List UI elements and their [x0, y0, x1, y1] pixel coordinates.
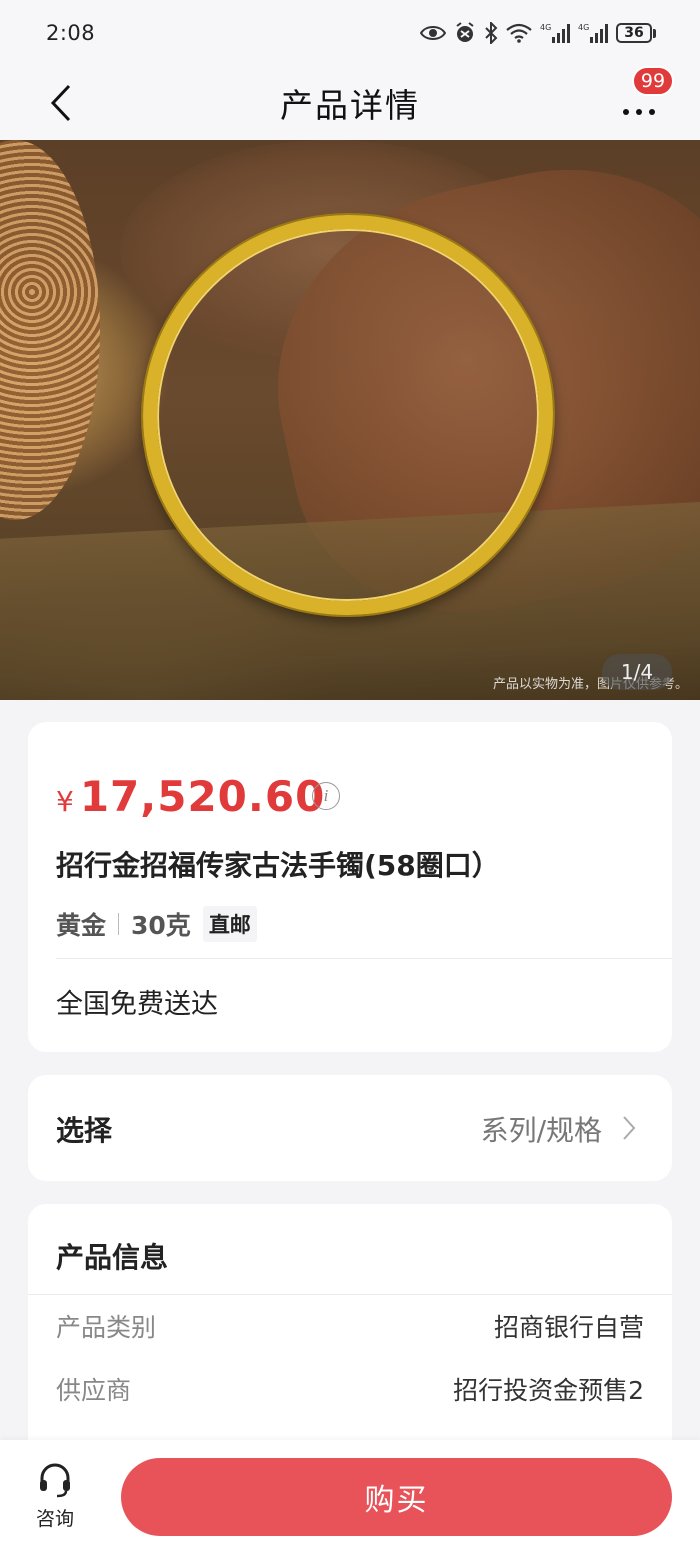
spec-selector[interactable]: 选择 系列/规格: [28, 1075, 672, 1181]
price-value: 17,520.60: [79, 772, 326, 821]
page-title: 产品详情: [280, 86, 420, 125]
product-image[interactable]: 产品以实物为准，图片仅供参考。 1/4: [0, 140, 700, 700]
select-label: 选择: [56, 1114, 113, 1147]
buy-button[interactable]: 购买: [121, 1458, 672, 1536]
alarm-icon: [456, 22, 474, 42]
info-key: 供应商: [56, 1376, 132, 1405]
battery-icon: 36: [616, 23, 656, 43]
message-badge: 99: [632, 66, 674, 96]
price-currency: ¥: [56, 785, 74, 818]
info-value: 招行投资金预售2: [453, 1376, 644, 1405]
info-title: 产品信息: [56, 1241, 169, 1274]
battery-level: 36: [616, 23, 652, 43]
divider: [56, 958, 672, 959]
consult-button[interactable]: 咨询: [22, 1462, 88, 1542]
product-name: 招行金招福传家古法手镯(58圈口）: [56, 849, 500, 882]
bluetooth-icon: [485, 22, 498, 44]
material-tag: 黄金: [56, 911, 107, 940]
status-bar: 2:08 4G 4G 36: [0, 0, 700, 66]
eye-icon: [420, 26, 446, 40]
nav-bar: 产品详情 99: [0, 66, 700, 140]
shipping-tag: 直邮: [202, 906, 257, 942]
signal-icon: 4G: [540, 23, 570, 43]
wifi-icon: [506, 23, 532, 43]
info-row-supplier: 供应商 招行投资金预售2: [56, 1369, 644, 1409]
chevron-right-icon: [623, 1116, 636, 1140]
status-icons: 4G 4G 36: [420, 22, 656, 44]
price-card: ¥ 17,520.60 i 招行金招福传家古法手镯(58圈口） 黄金 30克 直…: [28, 722, 672, 1052]
product-tags: 黄金 30克 直邮: [56, 906, 257, 942]
chevron-left-icon: [50, 84, 71, 122]
consult-label: 咨询: [35, 1508, 74, 1530]
divider: [28, 1294, 672, 1295]
svg-text:4G: 4G: [578, 23, 589, 32]
delivery-text: 全国免费送达: [56, 989, 218, 1020]
weight-tag: 30克: [131, 911, 191, 940]
select-value: 系列/规格: [480, 1114, 602, 1147]
back-button[interactable]: [36, 78, 86, 128]
price: ¥ 17,520.60: [56, 772, 325, 821]
info-row-category: 产品类别 招商银行自营: [56, 1306, 644, 1346]
status-time: 2:08: [46, 21, 96, 45]
info-value: 招商银行自营: [493, 1313, 644, 1342]
signal-icon-2: 4G: [578, 23, 608, 43]
price-info-icon[interactable]: i: [312, 782, 340, 810]
svg-text:4G: 4G: [540, 23, 551, 32]
more-icon: [623, 109, 655, 115]
image-counter: 1/4: [602, 654, 672, 690]
headset-icon: [40, 1463, 70, 1498]
info-key: 产品类别: [56, 1313, 157, 1342]
bottom-action-bar: 咨询 购买: [0, 1440, 700, 1556]
tag-divider: [118, 913, 120, 935]
